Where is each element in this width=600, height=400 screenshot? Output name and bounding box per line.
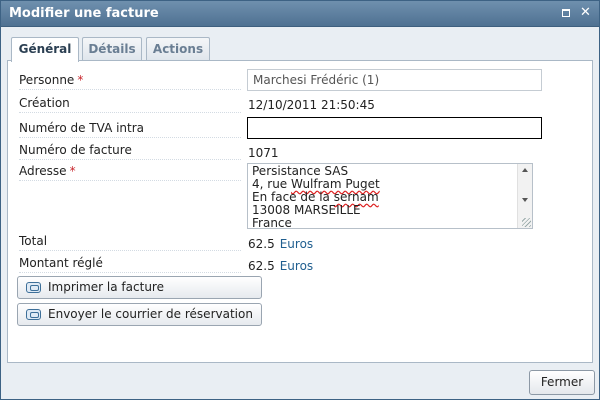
- print-icon: [26, 282, 41, 293]
- tab-general[interactable]: Général: [11, 37, 79, 62]
- dialog-title: Modifier une facture: [9, 6, 159, 21]
- personne-field[interactable]: Marchesi Frédéric (1): [247, 69, 542, 91]
- maximize-icon[interactable]: [559, 7, 572, 20]
- adresse-label: Adresse *: [19, 164, 241, 181]
- regle-value: 62.5 Euros: [248, 259, 314, 273]
- regle-unit: Euros: [279, 259, 314, 273]
- scroll-down-icon[interactable]: [522, 198, 528, 202]
- print-invoice-button[interactable]: Imprimer la facture: [17, 276, 262, 299]
- send-icon: [26, 309, 41, 320]
- general-panel: Personne * Marchesi Frédéric (1) Création…: [7, 60, 593, 363]
- adresse-text: Persistance SAS 4, rue Wulfram Puget En …: [252, 164, 380, 229]
- personne-label: Personne *: [19, 73, 241, 90]
- creation-label: Création: [19, 96, 241, 113]
- regle-label: Montant réglé: [19, 256, 241, 273]
- send-reservation-button[interactable]: Envoyer le courrier de réservation: [17, 303, 262, 326]
- tab-actions[interactable]: Actions: [146, 37, 210, 61]
- total-unit: Euros: [279, 237, 314, 251]
- adresse-field[interactable]: Persistance SAS 4, rue Wulfram Puget En …: [247, 163, 533, 229]
- tva-field[interactable]: [247, 117, 542, 139]
- resize-grip-icon[interactable]: [522, 218, 531, 227]
- facture-value: 1071: [248, 146, 279, 160]
- total-value: 62.5 Euros: [248, 237, 314, 251]
- close-icon[interactable]: ✕: [579, 6, 592, 20]
- creation-value: 12/10/2011 21:50:45: [248, 98, 375, 112]
- close-button[interactable]: Fermer: [529, 370, 595, 395]
- tab-details[interactable]: Détails: [82, 37, 142, 61]
- scroll-up-icon[interactable]: [522, 168, 528, 172]
- tab-strip: Général Détails Actions: [1, 27, 599, 62]
- title-bar[interactable]: Modifier une facture ✕: [1, 1, 599, 27]
- invoice-dialog: Modifier une facture ✕ Général Détails A…: [0, 0, 600, 400]
- tva-label: Numéro de TVA intra: [19, 121, 241, 138]
- required-marker: *: [77, 73, 84, 87]
- facture-label: Numéro de facture: [19, 143, 241, 160]
- total-label: Total: [19, 234, 241, 251]
- required-marker: *: [69, 164, 76, 178]
